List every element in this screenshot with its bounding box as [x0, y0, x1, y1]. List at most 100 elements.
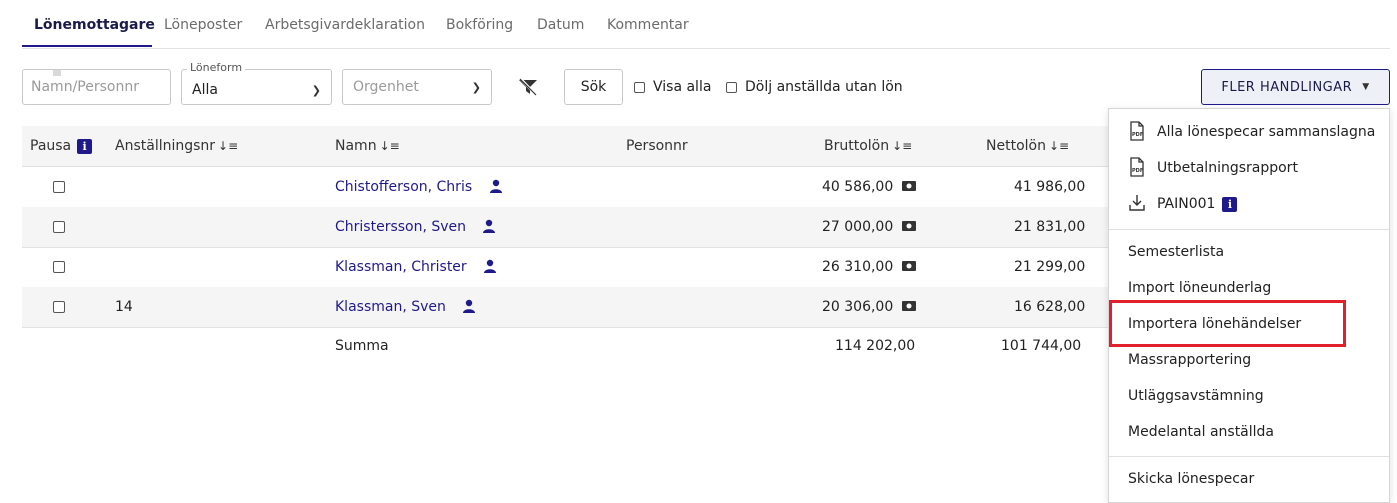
money-icon[interactable]: [901, 301, 916, 311]
employee-name: Klassman, Christer: [335, 259, 467, 275]
menu-item-utbetalningsrapport[interactable]: PDF Utbetalningsrapport: [1128, 157, 1298, 177]
employee-name: Chistofferson, Chris: [335, 179, 473, 195]
clear-filter-icon[interactable]: [517, 78, 539, 96]
person-icon[interactable]: [489, 179, 503, 193]
loneform-value: Alla: [192, 82, 218, 98]
summary-nettolon: 101 744,00: [1001, 338, 1082, 354]
person-icon[interactable]: [482, 219, 496, 233]
bruttolon-cell: 27 000,00: [822, 219, 916, 235]
menu-item-pain001[interactable]: PAIN001 i: [1128, 193, 1238, 213]
orgenhet-placeholder: Orgenhet: [353, 79, 419, 95]
chevron-down-icon: ❯: [311, 83, 321, 97]
download-icon: [1129, 195, 1145, 211]
more-actions-label: FLER HANDLINGAR: [1221, 79, 1353, 95]
pausa-checkbox[interactable]: [53, 221, 65, 233]
menu-item-skicka-lonespecar[interactable]: Skicka lönespecar: [1128, 471, 1254, 487]
employee-name: Christersson, Sven: [335, 219, 467, 235]
pdf-icon: PDF: [1130, 157, 1144, 177]
column-namn[interactable]: Namn ↓≡: [335, 138, 400, 154]
menu-item-massrapportering[interactable]: Massrapportering: [1128, 352, 1251, 368]
column-nettolon[interactable]: Nettolön ↓≡: [986, 138, 1069, 154]
tab-bokforing[interactable]: Bokföring: [446, 17, 513, 33]
nettolon-cell: 16 628,00: [1014, 299, 1086, 315]
money-icon[interactable]: [901, 261, 916, 271]
loneform-label: Löneform: [187, 61, 246, 74]
bruttolon-value: 20 306,00: [822, 299, 894, 315]
column-pausa-label: Pausa: [30, 138, 72, 154]
menu-item-label: Utbetalningsrapport: [1157, 160, 1298, 176]
tab-bar: Lönemottagare Löneposter Arbetsgivardekl…: [22, 0, 1390, 49]
dolj-anstallda-checkbox[interactable]: [726, 82, 737, 93]
bruttolon-cell: 26 310,00: [822, 259, 916, 275]
person-icon[interactable]: [462, 299, 476, 313]
active-tab-indicator: [22, 45, 152, 47]
menu-item-utlaggsavstamning[interactable]: Utläggsavstämning: [1128, 388, 1264, 404]
table-row: Klassman, Christer 26 310,00 21 299,00: [22, 247, 1108, 288]
pausa-checkbox[interactable]: [53, 301, 65, 313]
tab-lonemottagare[interactable]: Lönemottagare: [34, 17, 155, 33]
bruttolon-value: 26 310,00: [822, 259, 894, 275]
visa-alla-label: Visa alla: [653, 79, 712, 95]
input-marker: [53, 70, 61, 76]
column-anstallningsnr[interactable]: Anställningsnr ↓≡: [115, 138, 238, 154]
pdf-icon: PDF: [1130, 121, 1144, 141]
sort-icon: ↓≡: [379, 139, 400, 153]
menu-item-semesterlista[interactable]: Semesterlista: [1128, 244, 1224, 260]
table-row: Christersson, Sven 27 000,00 21 831,00: [22, 207, 1108, 248]
employee-name-link[interactable]: Chistofferson, Chris: [335, 179, 503, 195]
money-icon[interactable]: [901, 221, 916, 231]
summary-label: Summa: [335, 338, 389, 354]
table-header: Pausa i Anställningsnr ↓≡ Namn ↓≡ Personnr …: [22, 126, 1108, 167]
menu-item-label: Alla lönespecar sammanslagna: [1157, 124, 1376, 140]
chevron-down-icon: ❯: [471, 80, 481, 94]
column-namn-label: Namn: [335, 138, 377, 154]
bruttolon-cell: 40 586,00: [822, 179, 916, 195]
employee-name-link[interactable]: Klassman, Sven: [335, 299, 476, 315]
loneform-select[interactable]: Alla ❯: [181, 69, 332, 105]
column-anstallningsnr-label: Anställningsnr: [115, 138, 216, 154]
employee-name: Klassman, Sven: [335, 299, 446, 315]
info-icon[interactable]: i: [1222, 196, 1238, 212]
name-search-input[interactable]: [22, 69, 171, 105]
info-icon[interactable]: i: [77, 138, 93, 154]
bruttolon-value: 40 586,00: [822, 179, 894, 195]
column-pausa: Pausa i: [30, 138, 93, 154]
tab-datum[interactable]: Datum: [537, 17, 584, 33]
person-icon[interactable]: [483, 259, 497, 273]
sort-icon: ↓≡: [1048, 139, 1070, 153]
bruttolon-value: 27 000,00: [822, 219, 894, 235]
menu-item-label: PAIN001: [1157, 196, 1216, 212]
menu-item-medelantal-anstallda[interactable]: Medelantal anställda: [1128, 424, 1274, 440]
menu-item-import-loneunderlag[interactable]: Import löneunderlag: [1128, 280, 1271, 296]
anstallningsnr-cell: 14: [115, 299, 133, 315]
summary-bruttolon: 114 202,00: [835, 338, 916, 354]
bruttolon-cell: 20 306,00: [822, 299, 916, 315]
nettolon-cell: 41 986,00: [1014, 179, 1086, 195]
employee-name-link[interactable]: Klassman, Christer: [335, 259, 497, 275]
column-bruttolon[interactable]: Bruttolön ↓≡: [824, 138, 912, 154]
pausa-checkbox[interactable]: [53, 181, 65, 193]
table-row: Chistofferson, Chris 40 586,00 41 986,00: [22, 167, 1108, 208]
summary-row: Summa 114 202,00 101 744,00: [22, 327, 1108, 367]
svg-text:PDF: PDF: [1132, 132, 1143, 138]
column-personnr: Personnr: [626, 138, 688, 154]
search-button[interactable]: Sök: [564, 69, 623, 105]
employee-name-link[interactable]: Christersson, Sven: [335, 219, 496, 235]
pausa-checkbox[interactable]: [53, 261, 65, 273]
sort-icon: ↓≡: [218, 139, 239, 153]
column-nettolon-label: Nettolön: [986, 138, 1046, 154]
tab-arbetsgivardeklaration[interactable]: Arbetsgivardeklaration: [265, 17, 425, 33]
nettolon-cell: 21 831,00: [1014, 219, 1086, 235]
visa-alla-checkbox[interactable]: [634, 82, 645, 93]
orgenhet-select[interactable]: Orgenhet ❯: [342, 69, 492, 105]
menu-divider: [1109, 229, 1389, 230]
tab-loneposter[interactable]: Löneposter: [164, 17, 242, 33]
column-bruttolon-label: Bruttolön: [824, 138, 890, 154]
menu-item-alla-lonespecar[interactable]: PDF Alla lönespecar sammanslagna: [1128, 121, 1375, 141]
more-actions-button[interactable]: FLER HANDLINGAR ▼: [1201, 69, 1390, 105]
nettolon-cell: 21 299,00: [1014, 259, 1086, 275]
highlight-box: [1109, 300, 1346, 347]
money-icon[interactable]: [901, 181, 916, 191]
tab-kommentar[interactable]: Kommentar: [607, 17, 689, 33]
menu-divider: [1109, 456, 1389, 457]
